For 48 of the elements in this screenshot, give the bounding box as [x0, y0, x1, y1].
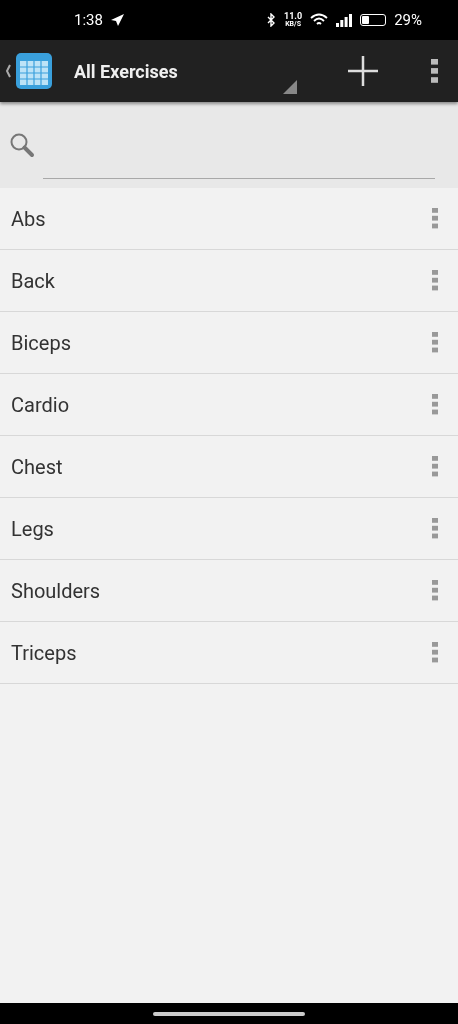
exercise-name: Back — [11, 268, 56, 293]
exercise-row[interactable]: Abs — [0, 188, 458, 250]
exercise-name: Abs — [11, 206, 47, 231]
row-menu-button[interactable] — [432, 332, 438, 353]
wifi-icon — [310, 13, 329, 27]
back-app-button[interactable] — [4, 51, 54, 91]
send-icon — [110, 14, 125, 26]
home-indicator[interactable] — [153, 1011, 305, 1016]
row-menu-button[interactable] — [432, 394, 438, 415]
more-icon — [432, 394, 438, 415]
row-menu-button[interactable] — [432, 518, 438, 539]
more-icon — [432, 580, 438, 601]
battery-percent: 29% — [394, 11, 422, 29]
screen-title: All Exercises — [74, 60, 178, 82]
exercise-name: Legs — [11, 516, 55, 541]
exercise-name: Chest — [11, 454, 64, 479]
exercise-name: Biceps — [11, 330, 72, 355]
search-icon — [9, 132, 35, 158]
network-speed: 11.0 — [284, 12, 303, 21]
row-menu-button[interactable] — [432, 456, 438, 477]
more-icon — [432, 270, 438, 291]
exercise-row[interactable]: Cardio — [0, 374, 458, 436]
dropdown-corner-icon[interactable] — [283, 80, 297, 94]
exercise-name: Cardio — [11, 392, 71, 417]
status-time: 1:38 — [74, 11, 103, 29]
row-menu-button[interactable] — [432, 208, 438, 229]
signal-icon — [336, 13, 353, 27]
exercise-name: Triceps — [11, 640, 78, 665]
more-icon — [432, 518, 438, 539]
exercise-row[interactable]: Biceps — [0, 312, 458, 374]
add-button[interactable] — [347, 55, 379, 87]
more-icon — [432, 208, 438, 229]
exercise-row[interactable]: Triceps — [0, 622, 458, 684]
more-icon — [432, 642, 438, 663]
more-icon — [431, 59, 438, 83]
bluetooth-icon — [267, 13, 277, 27]
row-menu-button[interactable] — [432, 580, 438, 601]
overflow-menu-button[interactable] — [431, 59, 438, 83]
exercise-row[interactable]: Shoulders — [0, 560, 458, 622]
exercise-row[interactable]: Chest — [0, 436, 458, 498]
exercise-name: Shoulders — [11, 578, 102, 603]
battery-icon — [360, 14, 387, 26]
more-icon — [432, 332, 438, 353]
row-menu-button[interactable] — [432, 642, 438, 663]
more-icon — [432, 456, 438, 477]
row-menu-button[interactable] — [432, 270, 438, 291]
exercise-row[interactable]: Back — [0, 250, 458, 312]
exercise-row[interactable]: Legs — [0, 498, 458, 560]
